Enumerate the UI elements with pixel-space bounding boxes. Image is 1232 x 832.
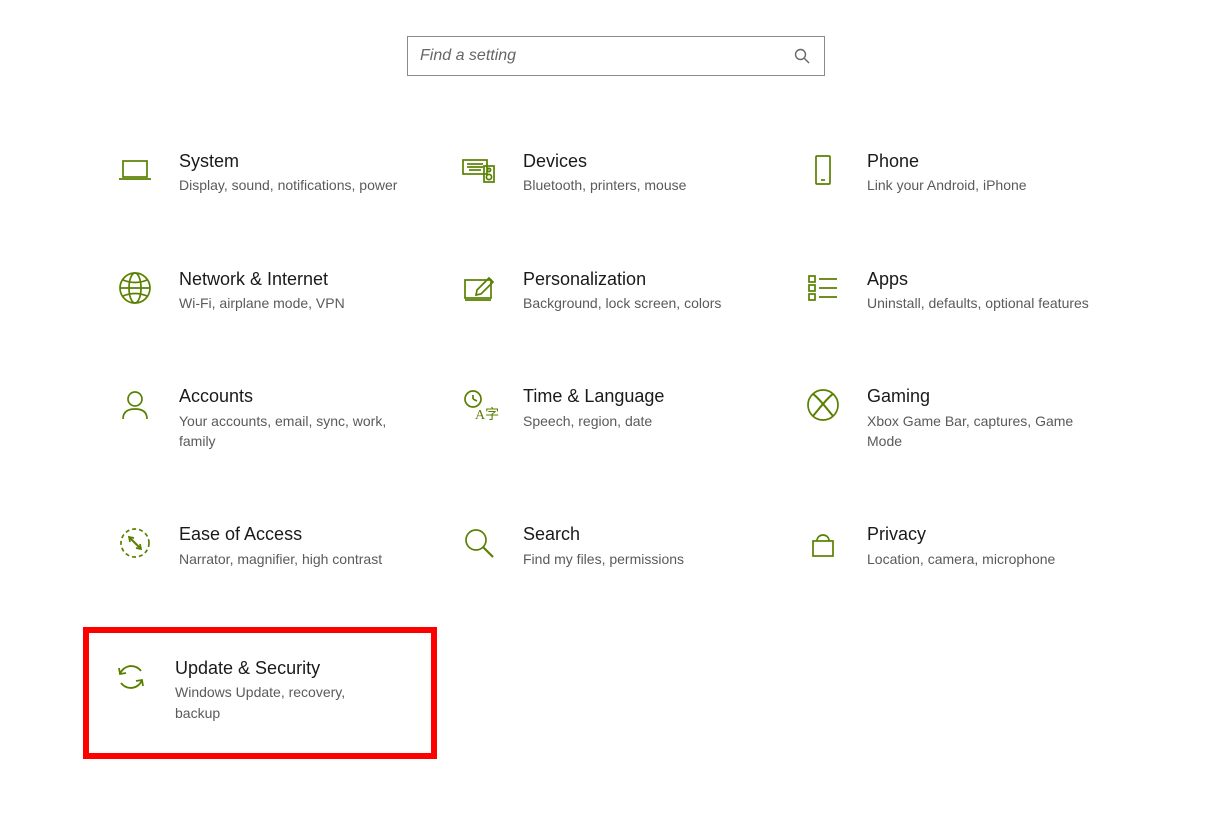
xbox-icon [803, 385, 843, 425]
tile-title: Privacy [867, 523, 1123, 546]
tile-desc: Display, sound, notifications, power [179, 175, 435, 195]
tile-search[interactable]: Search Find my files, permissions [457, 519, 781, 573]
tile-apps[interactable]: Apps Uninstall, defaults, optional featu… [801, 264, 1125, 318]
tile-privacy[interactable]: Privacy Location, camera, microphone [801, 519, 1125, 573]
tile-desc: Speech, region, date [523, 411, 779, 431]
search-input[interactable] [420, 47, 792, 65]
tile-phone[interactable]: Phone Link your Android, iPhone [801, 146, 1125, 200]
tile-title: Phone [867, 150, 1123, 173]
tile-desc: Location, camera, microphone [867, 549, 1123, 569]
sync-icon [111, 657, 151, 697]
tile-time[interactable]: A字 Time & Language Speech, region, date [457, 381, 781, 455]
tile-desc: Wi-Fi, airplane mode, VPN [179, 293, 435, 313]
tile-title: Update & Security [175, 657, 409, 680]
tile-title: Devices [523, 150, 779, 173]
tile-system[interactable]: System Display, sound, notifications, po… [113, 146, 437, 200]
svg-text:A字: A字 [475, 407, 499, 423]
search-field[interactable] [407, 36, 825, 76]
tile-title: Accounts [179, 385, 435, 408]
tile-desc: Link your Android, iPhone [867, 175, 1123, 195]
tile-desc: Your accounts, email, sync, work, family [179, 411, 435, 452]
person-icon [115, 385, 155, 425]
tile-devices[interactable]: Devices Bluetooth, printers, mouse [457, 146, 781, 200]
tile-desc: Windows Update, recovery, backup [175, 682, 409, 723]
keyboard-speaker-icon [459, 150, 499, 190]
tile-desc: Bluetooth, printers, mouse [523, 175, 779, 195]
tile-update[interactable]: Update & Security Windows Update, recove… [83, 627, 437, 759]
phone-icon [803, 150, 843, 190]
tile-title: Network & Internet [179, 268, 435, 291]
tile-desc: Find my files, permissions [523, 549, 779, 569]
tile-title: Personalization [523, 268, 779, 291]
tile-desc: Xbox Game Bar, captures, Game Mode [867, 411, 1123, 452]
settings-grid: System Display, sound, notifications, po… [107, 146, 1125, 759]
tile-title: Time & Language [523, 385, 779, 408]
tile-title: System [179, 150, 435, 173]
paint-monitor-icon [459, 268, 499, 308]
tile-title: Gaming [867, 385, 1123, 408]
tile-ease[interactable]: Ease of Access Narrator, magnifier, high… [113, 519, 437, 573]
laptop-icon [115, 150, 155, 190]
tile-desc: Uninstall, defaults, optional features [867, 293, 1123, 313]
tile-desc: Narrator, magnifier, high contrast [179, 549, 435, 569]
ease-of-access-icon [115, 523, 155, 563]
tile-title: Ease of Access [179, 523, 435, 546]
tile-desc: Background, lock screen, colors [523, 293, 779, 313]
time-language-icon: A字 [459, 385, 499, 425]
apps-list-icon [803, 268, 843, 308]
lock-icon [803, 523, 843, 563]
tile-title: Apps [867, 268, 1123, 291]
tile-network[interactable]: Network & Internet Wi-Fi, airplane mode,… [113, 264, 437, 318]
tile-gaming[interactable]: Gaming Xbox Game Bar, captures, Game Mod… [801, 381, 1125, 455]
tile-accounts[interactable]: Accounts Your accounts, email, sync, wor… [113, 381, 437, 455]
search-icon[interactable] [792, 46, 812, 66]
tile-title: Search [523, 523, 779, 546]
globe-icon [115, 268, 155, 308]
search-large-icon [459, 523, 499, 563]
tile-personalization[interactable]: Personalization Background, lock screen,… [457, 264, 781, 318]
